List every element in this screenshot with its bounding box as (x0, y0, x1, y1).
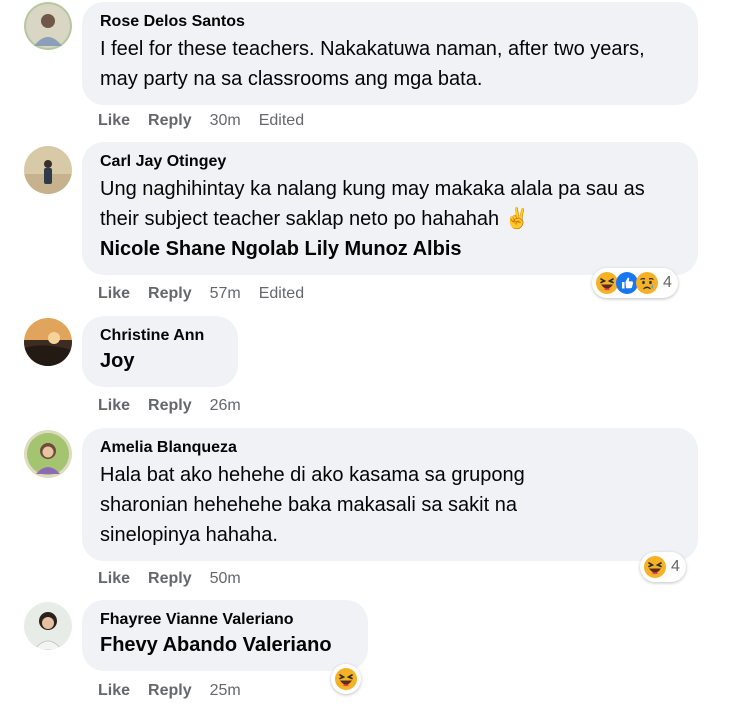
avatar[interactable] (24, 602, 72, 650)
comment-author[interactable]: Rose Delos Santos (100, 12, 680, 32)
timestamp[interactable]: 30m (210, 112, 241, 129)
reply-button[interactable]: Reply (148, 397, 192, 414)
like-button[interactable]: Like (98, 285, 130, 302)
avatar[interactable] (24, 430, 72, 478)
timestamp[interactable]: 26m (210, 397, 241, 414)
mention-link[interactable]: Joy (100, 346, 220, 376)
comment-text: Ung naghihintay ka nalang kung may makak… (100, 178, 645, 230)
comment-text: I feel for these teachers. Nakakatuwa na… (100, 38, 645, 90)
comment-author[interactable]: Christine Ann (100, 326, 220, 346)
comment-bubble: Carl Jay Otingey Ung naghihintay ka nala… (82, 142, 698, 275)
avatar[interactable] (24, 146, 72, 194)
reaction-count: 4 (671, 558, 680, 575)
timestamp[interactable]: 25m (210, 682, 241, 699)
mention-link[interactable]: Fhevy Abando Valeriano (100, 630, 350, 660)
comment-actions: Like Reply 57m Edited (98, 284, 322, 304)
edited-label: Edited (258, 112, 305, 129)
like-button[interactable]: Like (98, 112, 130, 129)
like-button[interactable]: Like (98, 682, 130, 699)
comment-bubble: Rose Delos Santos I feel for these teach… (82, 2, 698, 105)
reply-button[interactable]: Reply (148, 682, 192, 699)
sad-icon (635, 271, 659, 295)
comment-author[interactable]: Fhayree Vianne Valeriano (100, 610, 350, 630)
reply-button[interactable]: Reply (148, 570, 192, 587)
reply-button[interactable]: Reply (148, 112, 192, 129)
timestamp[interactable]: 57m (210, 285, 241, 302)
comment-bubble: Christine Ann Joy (82, 316, 238, 387)
comment-actions: Like Reply 30m Edited (98, 111, 322, 131)
comment-actions: Like Reply 50m (98, 569, 259, 589)
reaction-count: 4 (663, 274, 672, 291)
reaction-summary[interactable] (331, 664, 361, 694)
haha-icon (643, 555, 667, 579)
like-button[interactable]: Like (98, 570, 130, 587)
like-button[interactable]: Like (98, 397, 130, 414)
haha-icon (334, 667, 358, 691)
comment-actions: Like Reply 25m (98, 681, 259, 701)
edited-label: Edited (258, 285, 305, 302)
avatar[interactable] (24, 318, 72, 366)
timestamp[interactable]: 50m (210, 570, 241, 587)
reaction-summary[interactable]: 4 (592, 268, 678, 298)
mention-link[interactable]: Nicole Shane Ngolab Lily Munoz Albis (100, 234, 658, 264)
comment-bubble: Fhayree Vianne Valeriano Fhevy Abando Va… (82, 600, 368, 671)
comment-bubble: Amelia Blanqueza Hala bat ako hehehe di … (82, 428, 698, 561)
comment-author[interactable]: Carl Jay Otingey (100, 152, 658, 172)
reaction-summary[interactable]: 4 (640, 552, 686, 582)
comment-actions: Like Reply 26m (98, 396, 259, 416)
comment-text: Hala bat ako hehehe di ako kasama sa gru… (100, 464, 525, 546)
avatar[interactable] (24, 2, 72, 50)
reply-button[interactable]: Reply (148, 285, 192, 302)
comment-author[interactable]: Amelia Blanqueza (100, 438, 578, 458)
